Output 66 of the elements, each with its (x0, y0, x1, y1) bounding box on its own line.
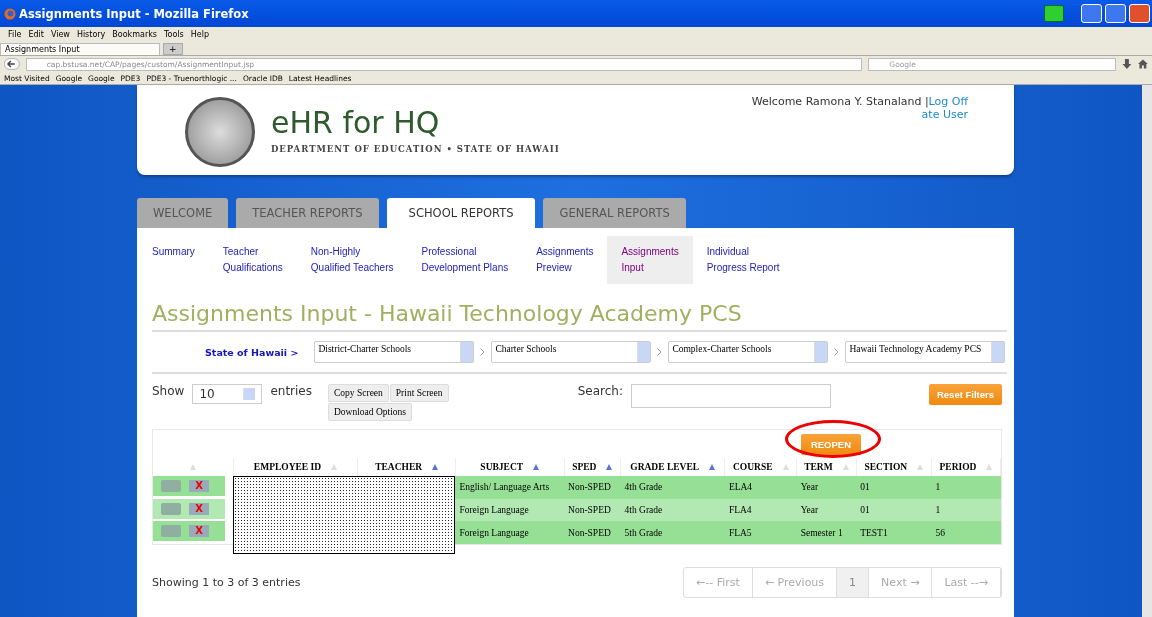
table-cell: Year (796, 476, 857, 499)
breadcrumb-link[interactable]: State of Hawaii > (205, 346, 299, 358)
table-cell: Foreign Language (455, 521, 565, 544)
dropdown[interactable]: Charter Schools (491, 341, 652, 363)
export-button[interactable]: Download Options (328, 403, 413, 421)
table-cell: Non-SPED (564, 476, 621, 499)
dropdown[interactable]: Hawaii Technology Academy PCS (845, 341, 1006, 363)
home-icon[interactable] (1138, 59, 1148, 69)
subnav-link[interactable]: Professional Development Plans (407, 236, 523, 284)
menu-item[interactable]: File (8, 29, 22, 39)
nav-tab[interactable]: SCHOOL REPORTS (386, 198, 536, 228)
printer-icon[interactable] (1044, 5, 1064, 22)
table-info: Showing 1 to 3 of 3 entries (152, 576, 301, 589)
subnav-link[interactable]: Summary (138, 236, 209, 284)
download-icon[interactable] (1122, 59, 1133, 69)
dropdown[interactable]: Complex-Charter Schools (668, 341, 829, 363)
subnav-link[interactable]: Non-Highly Qualified Teachers (296, 236, 408, 284)
maximize-button[interactable] (1105, 4, 1126, 23)
menu-item[interactable]: View (50, 29, 70, 39)
table-cell: 56 (931, 521, 1001, 544)
show-label: Show (152, 384, 185, 398)
table-cell: Non-SPED (564, 498, 621, 522)
table-cell: Non-SPED (564, 521, 621, 544)
table-cell: 01 (856, 498, 932, 522)
entries-label: entries (270, 384, 312, 398)
chevron-icon (834, 348, 840, 356)
table-cell: Semester 1 (796, 521, 857, 544)
search-label: Search: (577, 384, 623, 398)
subnav-link[interactable]: Assignments Input (607, 236, 693, 284)
page-title: Assignments Input - Hawaii Technology Academy PCS (152, 301, 1007, 332)
chevron-icon (480, 348, 486, 356)
table-cell: TEST1 (856, 521, 932, 544)
back-button[interactable] (4, 58, 20, 70)
firefox-icon (4, 7, 16, 20)
window-title: Assignments Input - Mozilla Firefox (19, 6, 249, 21)
new-tab-button[interactable]: + (163, 43, 183, 55)
table-cell: 4th Grade (620, 476, 725, 499)
welcome-text: Welcome Ramona Y. Stanaland | (751, 95, 929, 108)
close-button[interactable] (1129, 4, 1150, 23)
menu-item[interactable]: Help (190, 29, 209, 39)
minimize-button[interactable] (1081, 4, 1102, 23)
table-cell: ELA4 (724, 476, 797, 499)
table-cell: 01 (856, 476, 932, 499)
table-cell: Foreign Language (455, 498, 565, 522)
site-title: eHR for HQ (271, 105, 441, 140)
dropdown[interactable]: District-Charter Schools (314, 341, 475, 363)
site-subtitle: DEPARTMENT OF EDUCATION • STATE OF HAWAII (271, 144, 560, 154)
table-cell: English/ Language Arts (455, 476, 565, 499)
export-button[interactable]: Print Screen (389, 384, 449, 402)
menu-item[interactable]: Tools (164, 29, 184, 39)
menu-item[interactable]: Bookmarks (112, 29, 158, 39)
table-cell: 1 (931, 476, 1001, 499)
export-button[interactable]: Copy Screen (328, 384, 389, 402)
subnav-link[interactable]: Assignments Preview (522, 236, 608, 284)
alternate-user-link[interactable]: ate User (921, 108, 968, 121)
menu-item[interactable]: History (76, 29, 106, 39)
browser-tab[interactable]: Assignments Input (0, 43, 160, 55)
chevron-icon (657, 348, 663, 356)
entries-dropdown[interactable]: 10 (192, 384, 263, 404)
scrollbar[interactable] (1142, 85, 1152, 617)
table-cell: 5th Grade (620, 521, 725, 544)
subnav-link[interactable]: Teacher Qualifications (208, 236, 297, 284)
search-field[interactable] (630, 384, 831, 408)
table-cell: FLA5 (724, 521, 797, 544)
subnav-link[interactable]: Individual Progress Report (692, 236, 794, 284)
menu-item[interactable]: Edit (28, 29, 44, 39)
